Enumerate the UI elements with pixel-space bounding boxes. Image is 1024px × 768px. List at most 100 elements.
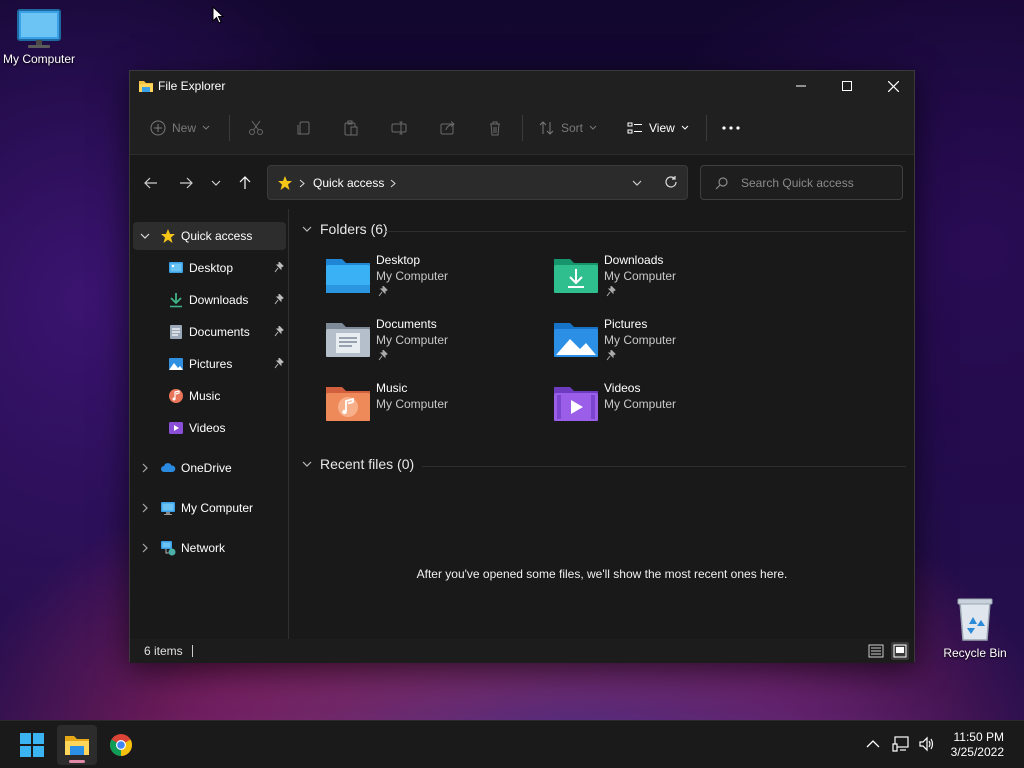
chevron-right-icon[interactable]	[142, 463, 148, 473]
tiles-view-icon	[893, 644, 907, 658]
forward-button[interactable]	[176, 173, 196, 193]
rename-icon	[391, 121, 407, 135]
folder-tile-music[interactable]: Music My Computer	[320, 379, 540, 435]
folders-group-header[interactable]: Folders (6)	[302, 221, 388, 237]
system-clock[interactable]: 11:50 PM 3/25/2022	[951, 730, 1004, 760]
command-bar: New Sort View	[130, 101, 914, 155]
chevron-down-icon	[302, 461, 312, 467]
sidebar-item-documents[interactable]: Documents	[133, 318, 286, 346]
show-hidden-icons-chevron-icon[interactable]	[866, 740, 880, 748]
breadcrumb-chevron-icon[interactable]	[299, 179, 305, 188]
share-icon	[440, 121, 455, 135]
breadcrumb-chevron-icon[interactable]	[390, 179, 396, 188]
network-status-icon[interactable]	[892, 735, 910, 753]
folder-name: Desktop	[376, 253, 421, 267]
copy-button[interactable]	[296, 115, 312, 141]
sidebar-item-label: Documents	[189, 325, 250, 339]
toolbar-separator	[522, 115, 523, 141]
desktop-folder-icon	[169, 262, 183, 273]
start-button[interactable]	[12, 725, 52, 765]
desktop-folder-icon	[326, 259, 370, 293]
address-bar[interactable]: Quick access	[267, 165, 688, 200]
folder-tile-pictures[interactable]: Pictures My Computer	[548, 315, 768, 371]
recent-files-group-header[interactable]: Recent files (0)	[302, 456, 414, 472]
clock-time: 11:50 PM	[953, 730, 1004, 744]
folder-name: Videos	[604, 381, 641, 395]
breadcrumb-quick-access[interactable]: Quick access	[313, 176, 384, 190]
sidebar-item-label: Pictures	[189, 357, 233, 371]
sidebar-item-pictures[interactable]: Pictures	[133, 350, 286, 378]
download-arrow-icon	[170, 293, 182, 308]
pin-icon	[606, 286, 616, 297]
delete-button[interactable]	[487, 115, 503, 141]
running-indicator	[69, 760, 85, 763]
sidebar-item-label: Videos	[189, 421, 226, 435]
more-options-button[interactable]	[722, 115, 740, 141]
sidebar-item-downloads[interactable]: Downloads	[133, 286, 286, 314]
sort-button[interactable]: Sort	[539, 115, 597, 141]
folder-app-icon	[139, 81, 153, 92]
folder-name: Documents	[376, 317, 437, 331]
back-button[interactable]	[141, 173, 161, 193]
picture-icon	[169, 358, 183, 370]
recent-locations-button[interactable]	[206, 173, 226, 193]
folder-tile-downloads[interactable]: Downloads My Computer	[548, 251, 768, 307]
pane-splitter[interactable]	[288, 209, 289, 641]
new-button[interactable]: New	[150, 115, 210, 141]
refresh-icon[interactable]	[664, 175, 678, 189]
rename-button[interactable]	[391, 115, 407, 141]
folder-tile-videos[interactable]: Videos My Computer	[548, 379, 768, 435]
recent-files-empty-message: After you've opened some files, we'll sh…	[416, 567, 788, 581]
chevron-right-icon[interactable]	[142, 543, 148, 553]
chrome-icon	[110, 734, 132, 756]
tiles-view-button[interactable]	[891, 642, 909, 660]
paste-icon	[344, 120, 358, 136]
toolbar-separator	[706, 115, 707, 141]
arrow-up-icon	[239, 176, 251, 189]
view-button[interactable]: View	[627, 115, 689, 141]
sidebar-item-music[interactable]: Music	[133, 382, 286, 410]
title-bar[interactable]: File Explorer	[130, 71, 914, 101]
sidebar-item-label: Downloads	[189, 293, 249, 307]
address-history-chevron-icon[interactable]	[632, 180, 642, 186]
folders-group-title: Folders (6)	[320, 221, 388, 237]
taskbar-file-explorer[interactable]	[57, 725, 97, 765]
share-button[interactable]	[440, 115, 456, 141]
desktop-icon-label: Recycle Bin	[943, 646, 1007, 660]
status-divider	[192, 645, 193, 657]
minimize-button[interactable]	[778, 71, 824, 101]
details-view-icon	[868, 644, 884, 658]
sidebar-item-onedrive[interactable]: OneDrive	[133, 454, 286, 482]
search-box[interactable]: Search Quick access	[700, 165, 903, 200]
desktop-icon-label: My Computer	[2, 52, 76, 66]
desktop-icon-my-computer[interactable]: My Computer	[0, 8, 78, 66]
sidebar-item-network[interactable]: Network	[133, 534, 286, 562]
sidebar-item-quick-access[interactable]: Quick access	[133, 222, 286, 250]
status-bar: 6 items	[130, 639, 914, 663]
folder-tile-documents[interactable]: Documents My Computer	[320, 315, 540, 371]
sidebar-item-videos[interactable]: Videos	[133, 414, 286, 442]
sidebar-item-desktop[interactable]: Desktop	[133, 254, 286, 282]
content-pane: Folders (6) Desktop My Computer Download…	[290, 209, 914, 639]
taskbar-chrome[interactable]	[101, 725, 141, 765]
chevron-down-icon[interactable]	[140, 233, 150, 239]
downloads-folder-icon	[554, 259, 598, 293]
maximize-button[interactable]	[824, 71, 870, 101]
details-view-button[interactable]	[868, 643, 884, 659]
cut-button[interactable]	[248, 115, 264, 141]
up-button[interactable]	[235, 173, 255, 193]
chevron-right-icon[interactable]	[142, 503, 148, 513]
paste-button[interactable]	[343, 115, 359, 141]
group-divider	[386, 231, 906, 232]
pin-icon	[274, 262, 284, 273]
pin-icon	[378, 286, 388, 297]
folder-tile-desktop[interactable]: Desktop My Computer	[320, 251, 540, 307]
desktop-icon-recycle-bin[interactable]: Recycle Bin	[940, 596, 1010, 660]
windows-logo-icon	[20, 733, 44, 757]
pin-icon	[274, 358, 284, 369]
search-input[interactable]: Search Quick access	[741, 176, 854, 190]
close-button[interactable]	[870, 71, 916, 101]
trash-icon	[490, 121, 500, 136]
volume-icon[interactable]	[918, 735, 936, 753]
sidebar-item-my-computer[interactable]: My Computer	[133, 494, 286, 522]
